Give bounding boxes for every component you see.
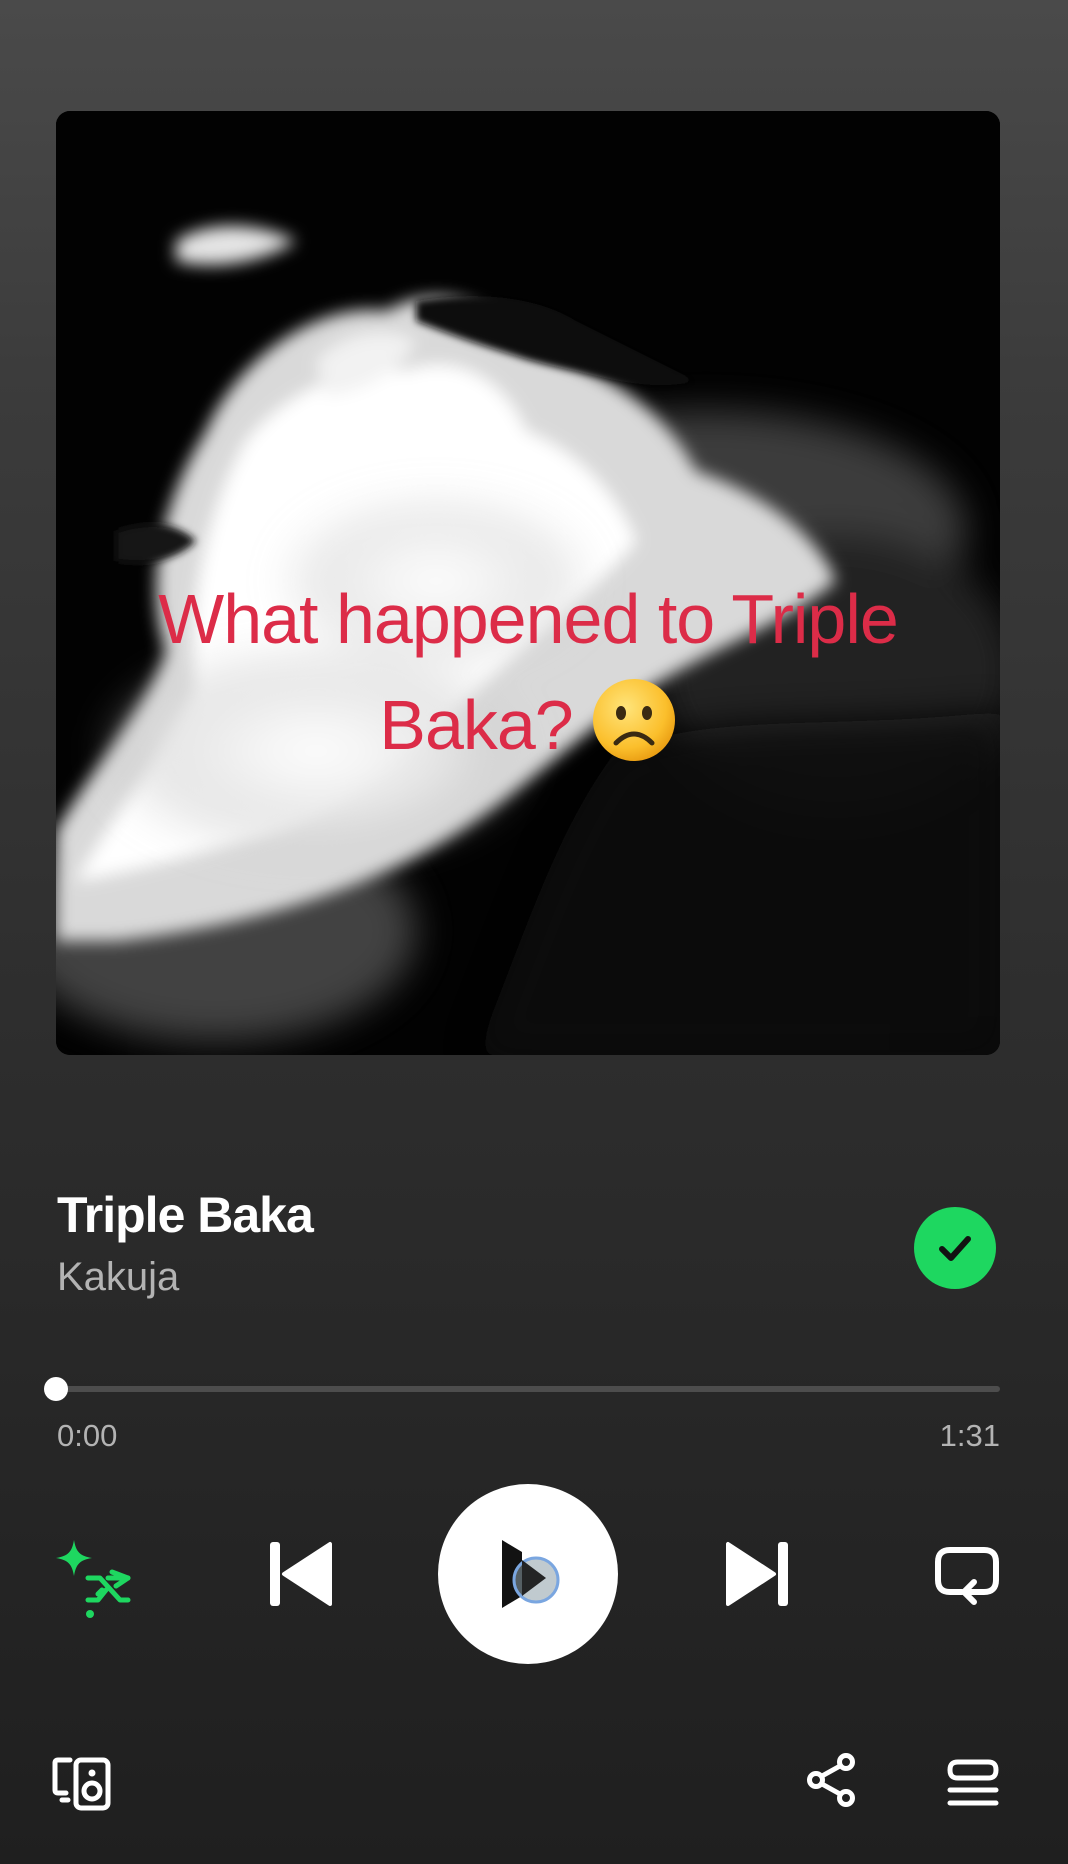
- progress-bar[interactable]: [44, 1377, 1000, 1401]
- elapsed-time: 0:00: [57, 1418, 118, 1453]
- share-button[interactable]: [804, 1752, 860, 1808]
- previous-track-button[interactable]: [264, 1538, 336, 1610]
- connect-device-button[interactable]: [52, 1752, 114, 1814]
- caption-line-1: What happened to Triple: [158, 580, 899, 658]
- connect-device-icon: [52, 1757, 111, 1811]
- check-icon: [939, 1236, 971, 1261]
- repeat-icon: [935, 1547, 999, 1605]
- skip-next-icon: [726, 1542, 788, 1606]
- repeat-button[interactable]: [932, 1540, 1002, 1610]
- track-artist[interactable]: Kakuja: [57, 1255, 179, 1300]
- total-duration: 1:31: [939, 1418, 1000, 1453]
- play-icon: [502, 1540, 560, 1608]
- smart-shuffle-button[interactable]: [50, 1534, 134, 1618]
- progress-thumb[interactable]: [44, 1377, 68, 1401]
- play-button[interactable]: [438, 1484, 618, 1664]
- share-icon: [807, 1753, 855, 1807]
- queue-icon: [947, 1759, 999, 1806]
- queue-button[interactable]: [946, 1756, 1000, 1810]
- track-title: Triple Baka: [57, 1187, 314, 1243]
- smart-shuffle-icon: [56, 1540, 131, 1618]
- album-art: What happened to Triple Baka?: [56, 111, 1000, 1055]
- skip-previous-icon: [270, 1542, 332, 1606]
- frowning-face-emoji-icon: [591, 677, 677, 763]
- album-art-caption: What happened to Triple Baka?: [56, 566, 1000, 778]
- next-track-button[interactable]: [722, 1538, 794, 1610]
- saved-to-library-button[interactable]: [914, 1207, 996, 1289]
- caption-line-2: Baka?: [379, 686, 573, 764]
